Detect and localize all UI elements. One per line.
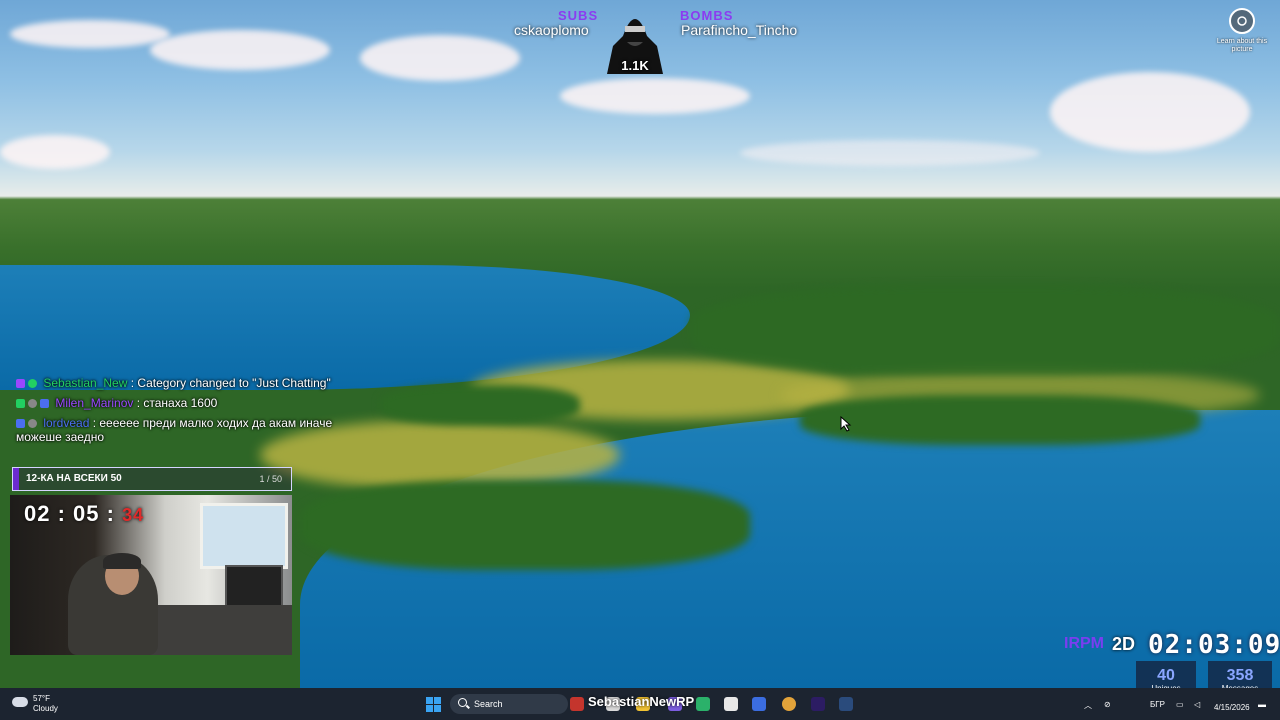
uptime-clock: 02:03:09 xyxy=(1148,630,1280,660)
uptime-days: 2D xyxy=(1112,634,1136,654)
badge-icon xyxy=(28,419,37,429)
forest xyxy=(690,285,1280,375)
chat-message: Sebastian_New : Category changed to "Jus… xyxy=(16,376,366,390)
badge-icon xyxy=(16,399,25,409)
badge-icon xyxy=(16,419,25,429)
alerts-panel: SUBS cskaoplomo 1.1K BOMBS Parafincho_Ti… xyxy=(500,6,820,76)
chrome-icon[interactable] xyxy=(782,697,796,711)
learn-about-picture-button[interactable]: Learn about this picture xyxy=(1214,8,1270,54)
chat-message: Milen_Marinov : станаха 1600 xyxy=(16,396,366,410)
chat-username: Sebastian_New xyxy=(43,376,128,390)
volume-icon[interactable]: ◁ xyxy=(1194,700,1200,709)
cloud xyxy=(150,30,330,70)
chat-username: lordvead xyxy=(43,416,90,430)
chat-username: Milen_Marinov xyxy=(55,396,134,410)
steam-icon[interactable] xyxy=(839,697,853,711)
forest xyxy=(300,480,750,570)
app-icon[interactable] xyxy=(752,697,766,711)
messages-value: 358 xyxy=(1226,667,1254,684)
forest xyxy=(800,395,1200,445)
streamer-cap xyxy=(103,553,141,569)
language-indicator[interactable]: БГР xyxy=(1150,700,1165,709)
chat-message: lordvead : ееееее преди малко ходих да а… xyxy=(16,416,366,444)
tray-chevron-icon[interactable]: ︿ xyxy=(1084,700,1092,711)
search-icon xyxy=(458,698,467,707)
cloud xyxy=(360,35,520,81)
goal-label: 12-КА НА ВСЕКИ 50 xyxy=(26,473,122,484)
taskbar-date[interactable]: 4/15/2026 xyxy=(1214,703,1250,712)
learn-about-picture-label: Learn about this picture xyxy=(1216,38,1268,53)
uptime-prefix: IRPM xyxy=(1064,635,1104,652)
chat-text: : станаха 1600 xyxy=(136,396,218,410)
badge-icon xyxy=(40,399,49,409)
webcam-timer: 02 : 05 : 34 xyxy=(24,501,144,527)
goal-bar: 12-КА НА ВСЕКИ 50 1 / 50 xyxy=(12,467,292,491)
bombs-label: BOMBS xyxy=(680,8,734,23)
webcam-timer-main: 02 : 05 : xyxy=(24,501,115,526)
badge-icon xyxy=(16,379,25,389)
windows-start-icon[interactable] xyxy=(426,697,441,712)
premiere-icon[interactable] xyxy=(811,697,825,711)
webcam-feed: 02 : 05 : 34 xyxy=(10,495,292,655)
chat-overlay: Sebastian_New : Category changed to "Jus… xyxy=(16,376,366,450)
mascot-count: 1.1K xyxy=(621,58,649,73)
goal-progress: 1 / 50 xyxy=(259,474,282,484)
taskbar-search[interactable]: Search xyxy=(450,694,568,714)
weather-desc: Cloudy xyxy=(33,704,58,713)
cloud xyxy=(740,140,1040,166)
badge-icon xyxy=(28,399,37,409)
subs-label: SUBS xyxy=(558,8,599,23)
webcam-window xyxy=(200,503,288,569)
app-icon[interactable] xyxy=(696,697,710,711)
cloud xyxy=(10,20,170,48)
goal-fill xyxy=(13,468,19,490)
network-icon[interactable]: ⊘ xyxy=(1104,700,1111,709)
camera-icon xyxy=(1229,8,1255,34)
cloud xyxy=(560,78,750,114)
cloud xyxy=(0,135,110,169)
youtube-icon[interactable] xyxy=(570,697,584,711)
chat-text: : Category changed to "Just Chatting" xyxy=(130,376,331,390)
app-icon[interactable] xyxy=(724,697,738,711)
webcam-timer-seconds: 34 xyxy=(122,505,145,525)
forest xyxy=(380,385,580,425)
cloud-icon xyxy=(12,697,28,707)
stream-overlay-name: SebastianNewRP xyxy=(588,694,695,709)
subs-value: cskaoplomo xyxy=(514,22,589,38)
bombs-value: Parafincho_Tincho xyxy=(681,22,798,38)
weather-temp: 57°F xyxy=(33,694,50,703)
notification-icon[interactable]: ▬ xyxy=(1258,700,1266,709)
uniques-value: 40 xyxy=(1157,667,1175,684)
badge-icon xyxy=(28,379,37,389)
cloud xyxy=(1050,72,1250,152)
wifi-icon[interactable]: ▭ xyxy=(1176,700,1184,709)
search-placeholder: Search xyxy=(474,699,503,709)
